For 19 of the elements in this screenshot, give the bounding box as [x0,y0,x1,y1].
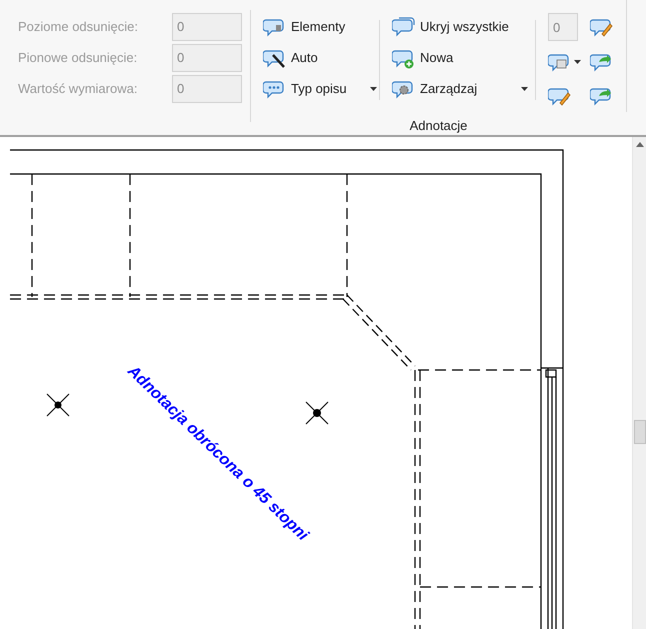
cross-marker-icon [46,394,70,416]
speech-bubble-icon [392,16,416,38]
cross-marker-icon [306,402,328,424]
ribbon-button[interactable]: Zarządzaj [390,75,530,103]
field-label: Wartość wymiarowa: [18,80,138,98]
scroll-thumb[interactable] [634,420,646,444]
ribbon-button[interactable]: Elementy [261,13,379,41]
field-label: Pionowe odsunięcie: [18,48,138,67]
caret-icon [574,60,581,64]
ribbon-button[interactable]: Nowa [390,44,530,72]
ribbon-button[interactable]: Auto [261,44,379,72]
field-label: Poziome odsunięcie: [18,18,139,36]
caret-icon [370,87,377,91]
scrollbar[interactable] [632,137,646,629]
group-label: Adnotacje [410,117,468,135]
ribbon-button[interactable]: Ukryj wszystkie [390,13,530,41]
caret-icon [521,87,528,91]
scroll-up-arrow-icon[interactable] [636,141,644,147]
ribbon-button[interactable]: Typ opisu [261,75,379,103]
